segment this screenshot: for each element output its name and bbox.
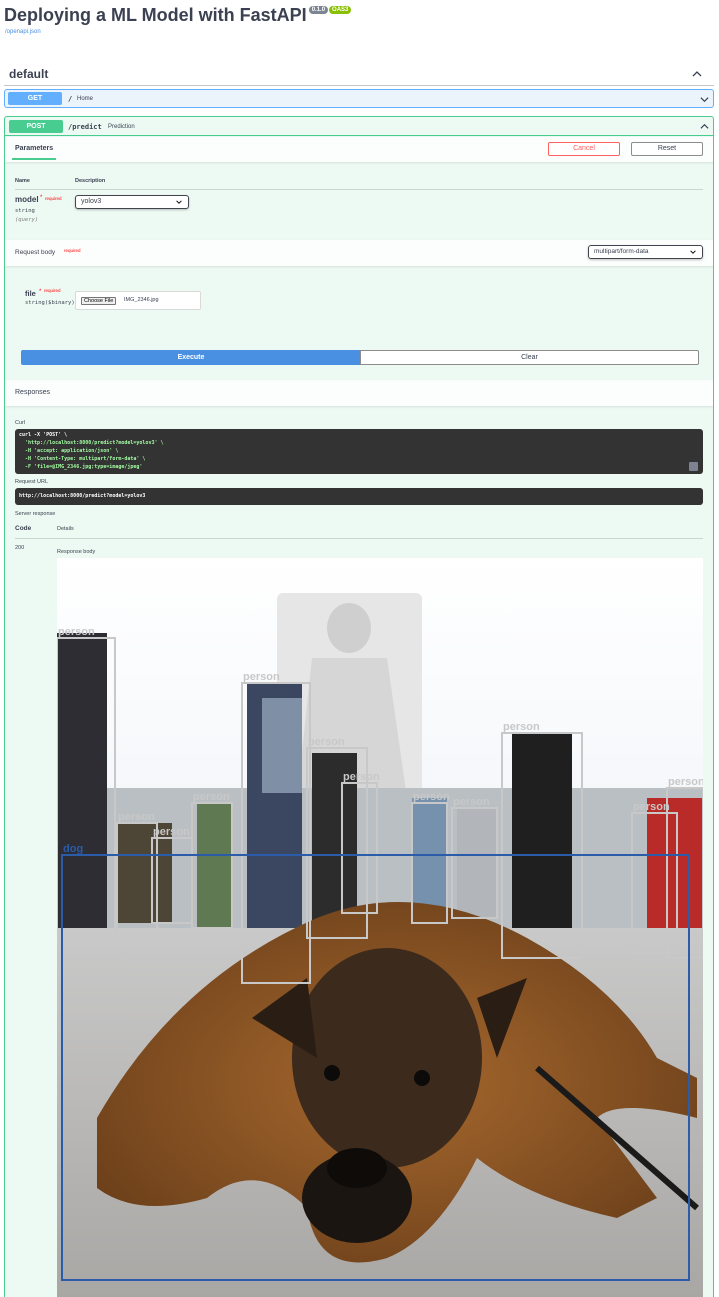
post-method-badge: POST bbox=[9, 120, 63, 133]
response-code: 200 bbox=[15, 545, 25, 551]
file-required-label: required bbox=[44, 288, 61, 293]
selected-file-name: IMG_2346.jpg bbox=[124, 297, 159, 303]
page-title: Deploying a ML Model with FastAPI 0.1.0 OA… bbox=[4, 5, 352, 26]
detection-label: person bbox=[153, 826, 190, 838]
file-required-star: * bbox=[39, 289, 42, 295]
title-text: Deploying a ML Model with FastAPI bbox=[4, 5, 307, 25]
clear-button[interactable]: Clear bbox=[360, 350, 699, 365]
execute-button[interactable]: Execute bbox=[21, 350, 361, 365]
file-field-type: string($binary) bbox=[25, 300, 75, 306]
col-details-header: Details bbox=[57, 526, 74, 532]
param-type: string bbox=[15, 208, 35, 214]
file-field-name: file bbox=[25, 289, 36, 298]
request-body-required: required bbox=[64, 248, 81, 253]
divider bbox=[15, 538, 703, 539]
required-label: required bbox=[45, 196, 62, 201]
detection-label: person bbox=[668, 776, 703, 788]
reset-button[interactable]: Reset bbox=[631, 142, 703, 156]
choose-file-button[interactable]: Choose File bbox=[81, 297, 117, 305]
tag-name: default bbox=[9, 67, 49, 81]
response-body-label: Response body bbox=[57, 549, 96, 555]
get-home-operation[interactable]: GET / Home bbox=[4, 89, 714, 108]
detection-label: person bbox=[413, 791, 450, 803]
post-path: /predict bbox=[68, 123, 102, 131]
curl-line-1: curl -X 'POST' \ bbox=[19, 432, 68, 438]
curl-line-4: -H 'Content-Type: multipart/form-data' \ bbox=[19, 456, 146, 462]
detection-label: person bbox=[343, 771, 380, 783]
copy-icon[interactable] bbox=[689, 462, 698, 471]
curl-code-block[interactable]: curl -X 'POST' \ 'http://localhost:8000/… bbox=[15, 429, 703, 474]
col-description-header: Description bbox=[75, 178, 106, 184]
curl-line-2: 'http://localhost:8000/predict?model=yol… bbox=[19, 440, 164, 446]
request-url-label: Request URL bbox=[15, 479, 49, 485]
request-url-block[interactable]: http://localhost:8000/predict?model=yolo… bbox=[15, 488, 703, 505]
detection-label: dog bbox=[63, 843, 83, 855]
post-summary: Prediction bbox=[108, 124, 135, 130]
param-location: (query) bbox=[15, 217, 39, 223]
get-summary: Home bbox=[77, 96, 94, 102]
request-body-label: Request body bbox=[15, 249, 56, 256]
content-type-value: multipart/form-data bbox=[594, 248, 649, 255]
detection-label: person bbox=[118, 811, 155, 823]
request-url-value: http://localhost:8000/predict?model=yolo… bbox=[19, 493, 146, 499]
chevron-down-icon bbox=[176, 200, 182, 204]
oas-badge: OAS3 bbox=[329, 6, 352, 14]
get-path: / bbox=[68, 95, 73, 103]
detection-label: person bbox=[243, 671, 280, 683]
detection-image-svg: personpersonpersonpersonperson personpers… bbox=[57, 558, 703, 1297]
chevron-up-icon[interactable] bbox=[700, 122, 709, 131]
cancel-button[interactable]: Cancel bbox=[548, 142, 620, 156]
chevron-up-icon[interactable] bbox=[692, 69, 702, 79]
col-name-header: Name bbox=[15, 178, 30, 184]
model-select[interactable]: yolov3 bbox=[75, 195, 189, 209]
detection-label: person bbox=[193, 791, 230, 803]
curl-line-5: -F 'file=@IMG_2346.jpg;type=image/jpeg' bbox=[19, 464, 143, 470]
detection-label: person bbox=[503, 721, 540, 733]
curl-label: Curl bbox=[15, 420, 26, 426]
content-type-select[interactable]: multipart/form-data bbox=[588, 245, 703, 259]
post-predict-operation: POST /predict Prediction Parameters Canc… bbox=[4, 116, 714, 1297]
chevron-down-icon[interactable] bbox=[700, 95, 709, 104]
version-badge: 0.1.0 bbox=[308, 6, 329, 14]
post-operation-header[interactable]: POST /predict Prediction bbox=[5, 117, 713, 136]
tag-section-header[interactable]: default bbox=[4, 62, 714, 86]
active-tab-underline bbox=[12, 158, 56, 160]
parameters-bar: Parameters Cancel Reset bbox=[5, 137, 713, 162]
curl-line-3: -H 'accept: application/json' \ bbox=[19, 448, 119, 454]
divider bbox=[15, 189, 703, 190]
request-body-bar: Request body required multipart/form-dat… bbox=[5, 240, 713, 266]
detection-label: person bbox=[58, 626, 95, 638]
param-name: model bbox=[15, 195, 39, 204]
detection-label: person bbox=[308, 736, 345, 748]
responses-bar: Responses bbox=[5, 380, 713, 406]
get-method-badge: GET bbox=[8, 92, 62, 105]
chevron-down-icon bbox=[690, 250, 696, 254]
model-select-value: yolov3 bbox=[81, 198, 102, 205]
required-star: * bbox=[40, 195, 43, 201]
file-input[interactable]: Choose File IMG_2346.jpg bbox=[75, 291, 201, 310]
tab-parameters[interactable]: Parameters bbox=[15, 145, 53, 152]
response-image: person person person person person person pers… bbox=[57, 558, 703, 1297]
detection-label: person bbox=[633, 801, 670, 813]
detection-label: person bbox=[453, 796, 490, 808]
col-code-header: Code bbox=[15, 525, 32, 532]
responses-label: Responses bbox=[15, 389, 51, 396]
openapi-json-link[interactable]: /openapi.json bbox=[5, 29, 41, 35]
server-response-label: Server response bbox=[15, 511, 56, 517]
